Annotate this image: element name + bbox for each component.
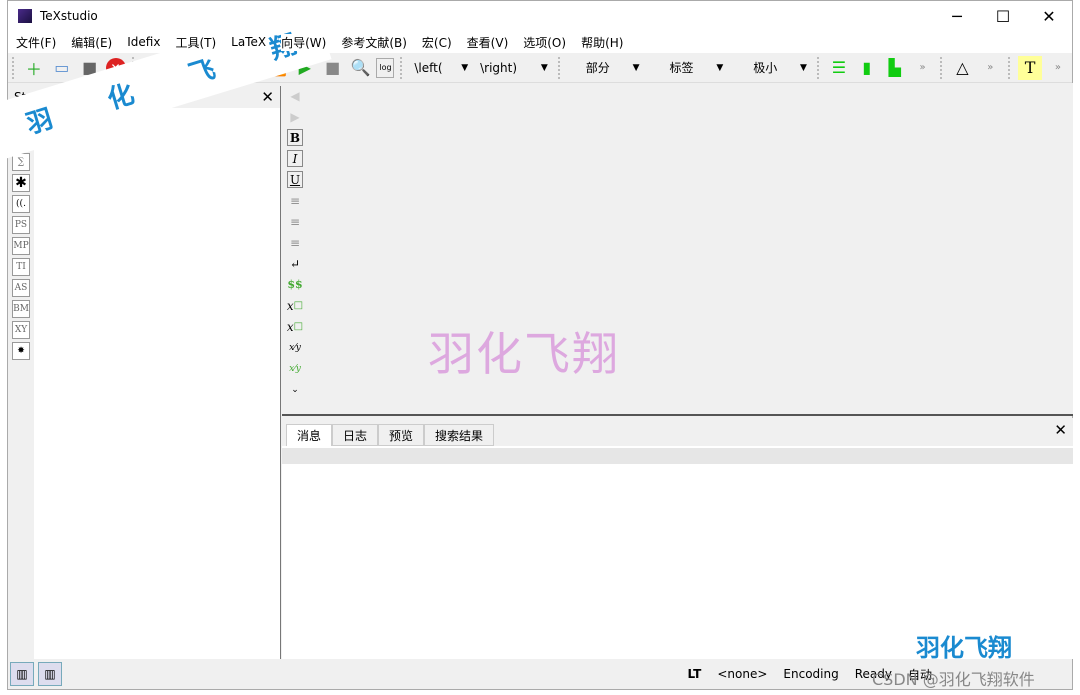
chevron-down-icon: ▼ xyxy=(540,62,548,73)
center-watermark: 羽化飞翔 xyxy=(428,327,620,381)
warning-triangle-icon[interactable]: △ xyxy=(950,56,974,80)
menu-idefix[interactable]: Idefix xyxy=(127,35,161,49)
align-left-icon[interactable]: ≡ xyxy=(287,192,303,209)
close-icon[interactable]: ✕ xyxy=(261,88,274,106)
chevron-down-icon: ▼ xyxy=(632,62,640,73)
menu-latex[interactable]: LaTeX xyxy=(231,35,267,49)
beamer-icon[interactable]: BM xyxy=(12,300,30,318)
fraction-icon[interactable]: x⁄y xyxy=(287,339,303,356)
structure-sidebar: ☰ ▭ ∑ ✱ ((. PS MP TI AS BM XY ✸ xyxy=(8,108,34,659)
subscript-icon[interactable]: x □ xyxy=(287,297,303,314)
more-icon[interactable]: » xyxy=(978,56,1002,80)
menu-edit[interactable]: 编辑(E) xyxy=(71,33,113,51)
close-icon[interactable]: ✕ xyxy=(1054,421,1067,439)
left-delimiter-dropdown[interactable]: \left( ▼ xyxy=(408,56,474,80)
print-icon[interactable]: ▭ xyxy=(50,56,74,80)
messages-panel: 消息 日志 预览 搜索结果 ✕ xyxy=(282,418,1073,659)
menu-help[interactable]: 帮助(H) xyxy=(581,33,624,51)
right-delimiter-value: \right) xyxy=(480,60,518,75)
menu-file[interactable]: 文件(F) xyxy=(16,33,57,51)
menu-options[interactable]: 选项(O) xyxy=(523,33,567,51)
bold-icon[interactable]: B xyxy=(287,129,303,146)
metapost-icon[interactable]: MP xyxy=(12,237,30,255)
menu-macros[interactable]: 宏(C) xyxy=(421,33,452,51)
view-icon[interactable]: 🔍 xyxy=(349,56,373,80)
tab-search-results[interactable]: 搜索结果 xyxy=(424,424,495,446)
align-right-icon[interactable]: ≡ xyxy=(287,234,303,251)
message-header-bar xyxy=(282,448,1073,464)
left-delimiter-value: \left( xyxy=(414,60,443,75)
structure-panel: Structure ✕ ☰ ▭ ∑ ✱ ((. PS MP TI AS BM X… xyxy=(8,86,281,659)
table-cell-icon[interactable]: ▙ xyxy=(883,56,907,80)
expand-more-icon[interactable]: ⌄ xyxy=(287,381,303,398)
label-value: 标签 xyxy=(669,61,694,75)
toolbar-grip[interactable] xyxy=(1008,56,1012,79)
menu-view[interactable]: 查看(V) xyxy=(466,33,509,51)
minimize-button[interactable]: ─ xyxy=(934,1,980,31)
italic-icon[interactable]: I xyxy=(287,150,303,167)
app-icon xyxy=(18,9,32,23)
menu-bibliography[interactable]: 参考文献(B) xyxy=(341,33,407,51)
brackets-icon[interactable]: ((. xyxy=(12,195,30,213)
banner-char: 飞 xyxy=(185,53,219,91)
menu-tools[interactable]: 工具(T) xyxy=(175,33,217,51)
newline-icon[interactable]: ↵ xyxy=(287,255,303,272)
superscript-icon[interactable]: x □ xyxy=(287,318,303,335)
editor-area[interactable]: ◀ ▶ B I U ≡ ≡ ≡ ↵ $$ x □ x □ x⁄y x⁄y ⌄ xyxy=(282,83,1073,416)
underline-icon[interactable]: U xyxy=(287,171,303,188)
asymptote-icon[interactable]: AS xyxy=(12,279,30,297)
section-value: 部分 xyxy=(585,61,610,75)
toolbar-grip[interactable] xyxy=(12,56,16,79)
toggle-structure-icon[interactable]: ▥ xyxy=(10,662,34,686)
text-format-icon[interactable]: T xyxy=(1018,55,1043,80)
chevron-down-icon: ▼ xyxy=(461,62,469,73)
banner-char: 化 xyxy=(104,78,138,116)
section-dropdown[interactable]: 部分 ▼ xyxy=(566,56,646,80)
window-title: TeXstudio xyxy=(40,9,98,23)
table-row-icon[interactable]: ☰ xyxy=(827,56,851,80)
format-sidebar: ◀ ▶ B I U ≡ ≡ ≡ ↵ $$ x □ x □ x⁄y x⁄y ⌄ xyxy=(282,83,308,414)
bottom-tabs: 消息 日志 预览 搜索结果 ✕ xyxy=(282,418,1073,446)
label-dropdown[interactable]: 标签 ▼ xyxy=(646,56,730,80)
encoding-dropdown[interactable]: Encoding xyxy=(783,667,838,681)
chevron-down-icon: ▼ xyxy=(716,62,724,73)
align-center-icon[interactable]: ≡ xyxy=(287,213,303,230)
special-chars-icon[interactable]: ✸ xyxy=(12,342,30,360)
menu-wizard[interactable]: 向导(W) xyxy=(281,33,327,51)
credit-watermark: CSDN @羽化飞翔软件 xyxy=(872,670,1035,689)
language-dropdown[interactable]: <none> xyxy=(717,667,767,681)
size-dropdown[interactable]: 极小 ▼ xyxy=(729,56,813,80)
size-value: 极小 xyxy=(753,61,778,75)
title-bar: TeXstudio ─ ☐ ✕ xyxy=(8,1,1072,31)
right-delimiter-dropdown[interactable]: \right) ▼ xyxy=(474,56,554,80)
tikz-icon[interactable]: TI xyxy=(12,258,30,276)
back-icon[interactable]: ◀ xyxy=(287,87,303,104)
toolbar-grip[interactable] xyxy=(400,56,404,79)
table-column-icon[interactable]: ▮ xyxy=(855,56,879,80)
dfrac-icon[interactable]: x⁄y xyxy=(287,360,303,377)
toggle-messages-icon[interactable]: ▥ xyxy=(38,662,62,686)
log-icon[interactable]: log xyxy=(376,57,395,78)
toolbar-grip[interactable] xyxy=(557,56,562,79)
math-mode-icon[interactable]: $$ xyxy=(287,276,303,293)
tab-preview[interactable]: 预览 xyxy=(378,424,425,446)
chevron-down-icon: ▼ xyxy=(800,62,807,73)
logo-watermark: 羽化飞翔 xyxy=(916,634,1012,662)
xymatrix-icon[interactable]: XY xyxy=(12,321,30,339)
more-icon[interactable]: » xyxy=(911,56,935,80)
toolbar-grip[interactable] xyxy=(940,56,944,79)
pstricks-icon[interactable]: PS xyxy=(12,216,30,234)
tab-messages[interactable]: 消息 xyxy=(286,424,333,446)
toolbar-grip[interactable] xyxy=(816,56,821,79)
asterisk-icon[interactable]: ✱ xyxy=(12,174,30,192)
forward-icon[interactable]: ▶ xyxy=(287,108,303,125)
more-icon[interactable]: » xyxy=(1046,56,1070,80)
close-button[interactable]: ✕ xyxy=(1026,1,1072,31)
banner-char: 羽 xyxy=(22,103,57,140)
languagetool-icon[interactable]: LT xyxy=(688,667,702,681)
tab-log[interactable]: 日志 xyxy=(332,424,379,446)
new-file-icon[interactable]: ＋ xyxy=(22,56,46,80)
maximize-button[interactable]: ☐ xyxy=(980,1,1026,31)
